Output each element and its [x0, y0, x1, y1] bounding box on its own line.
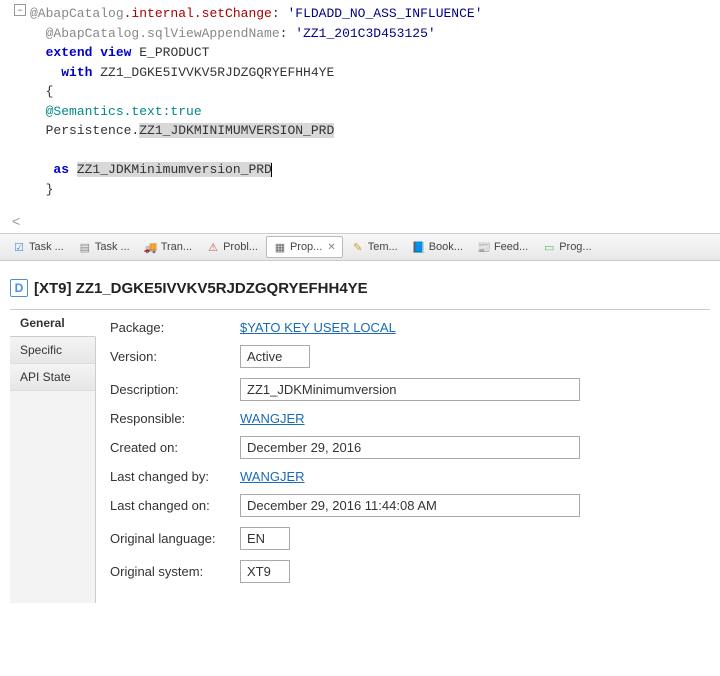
tasks-icon: ☑	[12, 240, 26, 254]
properties-form: Package: $YATO KEY USER LOCAL Version: D…	[96, 310, 710, 603]
input-description[interactable]	[240, 378, 580, 401]
keyword: as	[46, 162, 69, 177]
code-text: Persistence.	[46, 123, 140, 138]
tab-tasks[interactable]: ☑ Task ...	[6, 237, 70, 257]
label-lastchangedon: Last changed on:	[110, 498, 240, 513]
keyword: with	[46, 65, 93, 80]
code-text	[69, 162, 77, 177]
code-text: ZZ1_DGKE5IVVKV5RJDZGQRYEFHH4YE	[92, 65, 334, 80]
title-prefix: [XT9]	[34, 280, 76, 297]
tab-label: Task ...	[29, 241, 64, 253]
tab-label: Prog...	[559, 241, 591, 253]
row-package: Package: $YATO KEY USER LOCAL	[110, 320, 696, 335]
code-text: :	[280, 26, 296, 41]
code-editor[interactable]: − @AbapCatalog.internal.setChange: 'FLDA…	[0, 0, 720, 209]
tab-tasks2[interactable]: ▤ Task ...	[72, 237, 136, 257]
highlighted-identifier: ZZ1_JDKMINIMUMVERSION_PRD	[139, 123, 334, 138]
templates-icon: ✎	[351, 240, 365, 254]
properties-panel: D [XT9] ZZ1_DGKE5IVVKV5RJDZGQRYEFHH4YE G…	[0, 261, 720, 603]
tab-feed[interactable]: 📰 Feed...	[471, 237, 534, 257]
tab-problems[interactable]: ⚠ Probl...	[200, 237, 264, 257]
tab-templates[interactable]: ✎ Tem...	[345, 237, 404, 257]
feed-icon: 📰	[477, 240, 491, 254]
code-text: :	[272, 6, 288, 21]
string-literal: 'ZZ1_201C3D453125'	[295, 26, 435, 41]
problems-icon: ⚠	[206, 240, 220, 254]
highlighted-identifier: ZZ1_JDKMinimumversion_PRD	[77, 162, 272, 177]
close-icon[interactable]: ✕	[325, 242, 335, 253]
annotation: @AbapCatalog.sqlViewAppendName	[46, 26, 280, 41]
properties-body: General Specific API State Package: $YAT…	[10, 309, 710, 603]
fold-minus-icon[interactable]: −	[14, 4, 26, 16]
tab-label: Prop...	[290, 241, 322, 253]
code-text: E_PRODUCT	[131, 45, 209, 60]
progress-icon: ▭	[542, 240, 556, 254]
tab-label: Task ...	[95, 241, 130, 253]
row-responsible: Responsible: WANGJER	[110, 411, 696, 426]
properties-side-tabs: General Specific API State	[10, 310, 96, 603]
semantics-annotation: @Semantics.text:true	[46, 104, 202, 119]
link-lastchangedby[interactable]: WANGJER	[240, 469, 305, 484]
transport-icon: 🚚	[144, 240, 158, 254]
row-lastchangedon: Last changed on:	[110, 494, 696, 517]
scroll-left-icon[interactable]: <	[0, 209, 720, 233]
label-version: Version:	[110, 349, 240, 364]
tab-label: Feed...	[494, 241, 528, 253]
sidetab-specific[interactable]: Specific	[10, 337, 95, 364]
input-version[interactable]	[240, 345, 310, 368]
tab-bookmarks[interactable]: 📘 Book...	[406, 237, 469, 257]
tasklist-icon: ▤	[78, 240, 92, 254]
row-origlang: Original language:	[110, 527, 696, 550]
properties-title: D [XT9] ZZ1_DGKE5IVVKV5RJDZGQRYEFHH4YE	[10, 275, 710, 309]
label-createdon: Created on:	[110, 440, 240, 455]
sidetab-general[interactable]: General	[10, 310, 96, 337]
input-origlang[interactable]	[240, 527, 290, 550]
input-origsys[interactable]	[240, 560, 290, 583]
brace: }	[46, 182, 54, 197]
link-responsible[interactable]: WANGJER	[240, 411, 305, 426]
row-version: Version:	[110, 345, 696, 368]
sidetab-apistate[interactable]: API State	[10, 364, 95, 391]
tab-label: Book...	[429, 241, 463, 253]
row-description: Description:	[110, 378, 696, 401]
keyword: extend view	[46, 45, 132, 60]
annotation-method: .internal.setChange	[124, 6, 272, 21]
label-origsys: Original system:	[110, 564, 240, 579]
code-block: @AbapCatalog.internal.setChange: 'FLDADD…	[30, 4, 710, 199]
tab-properties[interactable]: ▦ Prop... ✕	[266, 236, 343, 258]
input-createdon[interactable]	[240, 436, 580, 459]
string-literal: 'FLDADD_NO_ASS_INFLUENCE'	[287, 6, 482, 21]
tab-progress[interactable]: ▭ Prog...	[536, 237, 597, 257]
tab-label: Tem...	[368, 241, 398, 253]
row-lastchangedby: Last changed by: WANGJER	[110, 469, 696, 484]
input-lastchangedon[interactable]	[240, 494, 580, 517]
label-description: Description:	[110, 382, 240, 397]
brace: {	[46, 84, 54, 99]
link-package[interactable]: $YATO KEY USER LOCAL	[240, 320, 396, 335]
tab-label: Tran...	[161, 241, 192, 253]
view-tabs-bar: ☑ Task ... ▤ Task ... 🚚 Tran... ⚠ Probl.…	[0, 233, 720, 261]
bookmarks-icon: 📘	[412, 240, 426, 254]
properties-icon: ▦	[273, 240, 287, 254]
row-origsys: Original system:	[110, 560, 696, 583]
title-name: ZZ1_DGKE5IVVKV5RJDZGQRYEFHH4YE	[76, 280, 368, 297]
label-package: Package:	[110, 320, 240, 335]
label-responsible: Responsible:	[110, 411, 240, 426]
tab-transport[interactable]: 🚚 Tran...	[138, 237, 198, 257]
row-createdon: Created on:	[110, 436, 696, 459]
label-lastchangedby: Last changed by:	[110, 469, 240, 484]
label-origlang: Original language:	[110, 531, 240, 546]
text-cursor	[271, 163, 272, 177]
data-def-icon: D	[10, 279, 28, 297]
tab-label: Probl...	[223, 241, 258, 253]
annotation: @AbapCatalog	[30, 6, 124, 21]
